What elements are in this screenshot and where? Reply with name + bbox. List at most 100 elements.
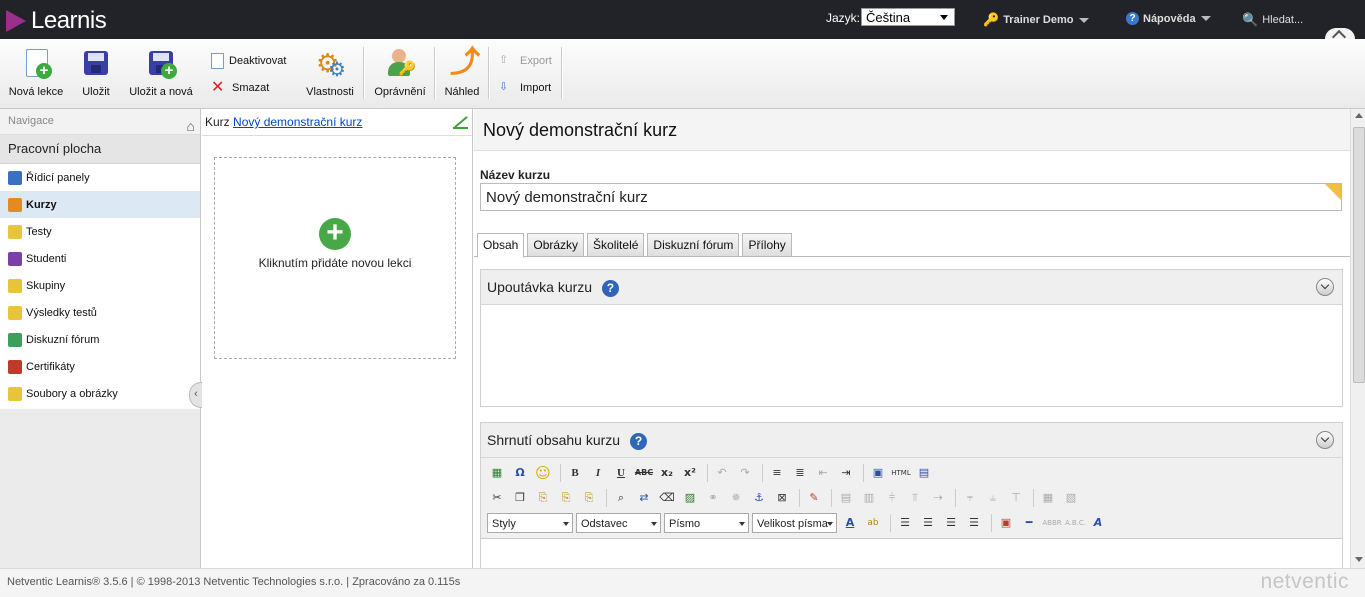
preview-button[interactable]: ⤴ Náhled (440, 47, 484, 99)
font-size-select[interactable]: Velikost písma (752, 513, 837, 533)
delete-row-icon[interactable]: ⇢ (928, 488, 948, 508)
tab-images[interactable]: Obrázky (527, 233, 585, 257)
styleprops-icon[interactable]: A (1088, 513, 1108, 533)
properties-button[interactable]: ⚙ ⚙ Vlastnosti (303, 47, 357, 98)
sidebar-item-groups[interactable]: Skupiny (0, 272, 200, 299)
teaser-textarea[interactable] (481, 305, 1342, 406)
col-after-icon[interactable]: ⫨ (983, 488, 1003, 508)
tab-forum[interactable]: Diskuzní fórum (647, 233, 740, 257)
import-button[interactable]: ⇩ Import (499, 80, 551, 96)
bullet-list-icon[interactable]: ≡ (767, 463, 787, 483)
styles-select[interactable]: Styly (487, 513, 573, 533)
scroll-down-icon[interactable] (1355, 557, 1363, 562)
redo-icon[interactable]: ↷ (735, 463, 755, 483)
user-menu[interactable]: 🔑 Trainer Demo (983, 12, 1089, 28)
cleanup-icon[interactable]: ⊠ (772, 488, 792, 508)
scroll-up-icon[interactable] (1355, 113, 1363, 118)
row-after-icon[interactable]: ⫪ (905, 488, 925, 508)
horizontal-rule-icon[interactable]: ━ (1019, 513, 1039, 533)
bold-icon[interactable]: B (565, 463, 585, 483)
help-menu[interactable]: ? Nápověda (1126, 12, 1211, 25)
find-icon[interactable]: ⌕ (611, 488, 631, 508)
link-icon[interactable]: ⚭ (703, 488, 723, 508)
scroll-thumb[interactable] (1353, 127, 1365, 383)
sidebar-item-folder[interactable]: Soubory a obrázky (0, 380, 200, 407)
indent-icon[interactable]: ⇥ (836, 463, 856, 483)
merge-cells-icon[interactable]: ▧ (1061, 488, 1081, 508)
fullscreen-icon[interactable]: ▣ (868, 463, 888, 483)
help-icon[interactable]: ? (601, 279, 619, 297)
paste-text-icon[interactable]: ⎘ (556, 488, 576, 508)
row-before-icon[interactable]: ⫩ (882, 488, 902, 508)
abbr-icon[interactable]: ABBR (1042, 513, 1062, 533)
image-icon[interactable]: ▨ (680, 488, 700, 508)
language-select[interactable]: Čeština (861, 8, 955, 26)
outdent-icon[interactable]: ⇤ (813, 463, 833, 483)
cell-props-icon[interactable]: ▥ (859, 488, 879, 508)
export-button[interactable]: ⇧ Export (499, 53, 552, 69)
learnis-logo[interactable]: Learnis (6, 7, 107, 35)
course-link[interactable]: Nový demonstrační kurz (233, 115, 362, 129)
superscript-icon[interactable]: x² (680, 463, 700, 483)
sidebar-item-courses[interactable]: Kurzy (0, 191, 200, 218)
collapse-icon[interactable] (1316, 278, 1334, 296)
tab-content[interactable]: Obsah (477, 233, 525, 258)
home-icon[interactable]: ⌂ (187, 114, 195, 139)
font-select[interactable]: Písmo (664, 513, 749, 533)
strikethrough-icon[interactable]: ABC (634, 463, 654, 483)
omega-icon[interactable]: Ω (510, 463, 530, 483)
align-right-icon[interactable]: ☰ (941, 513, 961, 533)
deactivate-button[interactable]: Deaktivovat (211, 53, 286, 69)
paste-word-icon[interactable]: ⎘ (579, 488, 599, 508)
html-source-icon[interactable]: HTML (891, 463, 911, 483)
save-button[interactable]: Uložit (74, 47, 118, 98)
preview-icon[interactable]: ▤ (914, 463, 934, 483)
align-justify-icon[interactable]: ☰ (964, 513, 984, 533)
undo-icon[interactable]: ↶ (712, 463, 732, 483)
workspace-header[interactable]: Pracovní plocha (0, 135, 200, 164)
subscript-icon[interactable]: x₂ (657, 463, 677, 483)
edit-icon[interactable] (453, 115, 468, 129)
summary-textarea[interactable] (481, 539, 1342, 568)
tab-trainers[interactable]: Školitelé (587, 233, 645, 257)
split-cells-icon[interactable]: ▦ (1038, 488, 1058, 508)
edit-css-icon[interactable]: ✎ (804, 488, 824, 508)
collapse-icon[interactable] (1316, 431, 1334, 449)
sidebar-item-pin[interactable]: Řídicí panely (0, 164, 200, 191)
media-icon[interactable]: ▦ (487, 463, 507, 483)
align-center-icon[interactable]: ☰ (918, 513, 938, 533)
table-props-icon[interactable]: ▤ (836, 488, 856, 508)
delete-button[interactable]: ✕ Smazat (211, 80, 269, 96)
new-lesson-button[interactable]: + Nová lekce (6, 47, 66, 98)
text-color-icon[interactable]: A (840, 513, 860, 533)
save-and-new-button[interactable]: + Uložit a nová (128, 47, 194, 98)
unlink-icon[interactable]: ✵ (726, 488, 746, 508)
sidebar-item-certificate[interactable]: Certifikáty (0, 353, 200, 380)
collapse-header-toggle[interactable] (1325, 28, 1355, 39)
course-name-input[interactable]: Nový demonstrační kurz (480, 183, 1342, 211)
help-icon[interactable]: ? (629, 432, 647, 450)
numbered-list-icon[interactable]: ≣ (790, 463, 810, 483)
underline-icon[interactable]: U (611, 463, 631, 483)
nonbreaking-icon[interactable]: ▣ (996, 513, 1016, 533)
paste-icon[interactable]: ⎘ (533, 488, 553, 508)
tab-attachments[interactable]: Přílohy (742, 233, 792, 257)
italic-icon[interactable]: I (588, 463, 608, 483)
sidebar-item-forum[interactable]: Diskuzní fórum (0, 326, 200, 353)
clear-format-icon[interactable]: ⌫ (657, 488, 677, 508)
copy-icon[interactable]: ❐ (510, 488, 530, 508)
acronym-icon[interactable]: A.B.C. (1065, 513, 1086, 533)
sidebar-item-tests[interactable]: Testy (0, 218, 200, 245)
anchor-icon[interactable]: ⚓ (749, 488, 769, 508)
sidebar-item-results[interactable]: Výsledky testů (0, 299, 200, 326)
permissions-button[interactable]: 🔑 Oprávnění (372, 47, 428, 98)
highlight-color-icon[interactable]: ab (863, 513, 883, 533)
sidebar-item-students[interactable]: Studenti (0, 245, 200, 272)
col-before-icon[interactable]: ⫧ (960, 488, 980, 508)
add-lesson-area[interactable]: + Kliknutím přidáte novou lekci (214, 157, 456, 359)
smiley-icon[interactable]: ☺ (533, 463, 553, 483)
page-scrollbar[interactable] (1350, 109, 1365, 568)
paragraph-select[interactable]: Odstavec (576, 513, 661, 533)
delete-col-icon[interactable]: ⊤ (1006, 488, 1026, 508)
replace-icon[interactable]: ⇄ (634, 488, 654, 508)
